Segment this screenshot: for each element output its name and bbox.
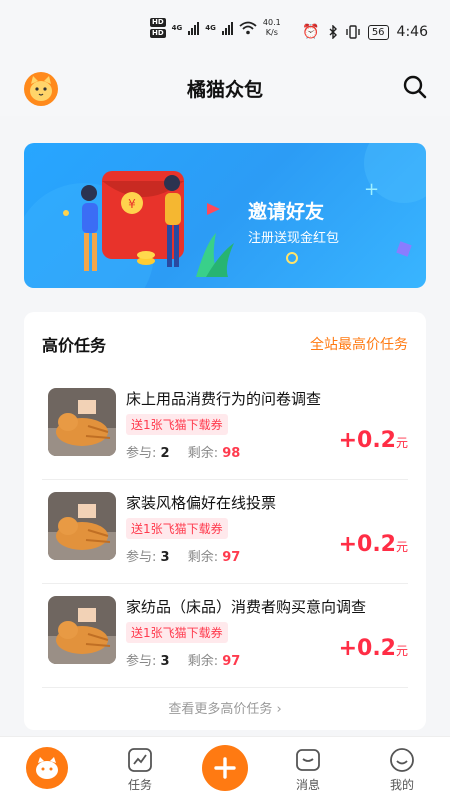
status-right: ⏰ 56 4:46 [302, 24, 428, 40]
task-reward: +0.2元 [339, 532, 408, 557]
participants-label: 参与: [126, 654, 157, 669]
participants-count: 3 [160, 550, 170, 565]
task-title: 家纺品（床品）消费者购买意向调查 [126, 598, 367, 616]
hd-indicators: HD HD [150, 18, 166, 38]
all-high-price-link[interactable]: 全站最高价任务 [310, 334, 408, 354]
task-thumbnail [48, 596, 116, 664]
task-thumbnail [48, 492, 116, 560]
task-stats: 参与: 2 剩余: 98 [126, 442, 240, 461]
invite-banner[interactable]: ¥ + 邀请好友 注册送现金红包 [24, 143, 426, 288]
remaining-label: 剩余: [187, 446, 219, 461]
search-button[interactable] [402, 74, 428, 100]
task-item[interactable]: 家纺品（床品）消费者购买意向调查 送1张飞猫下载券 参与: 3 剩余: 97 +… [42, 584, 408, 688]
task-stats: 参与: 3 剩余: 97 [126, 546, 240, 565]
banner-title: 邀请好友 [248, 201, 325, 223]
sparkle-icon: + [364, 179, 379, 200]
message-icon [296, 749, 320, 771]
remaining-label: 剩余: [187, 550, 219, 565]
net-speed-unit: K/s [265, 28, 278, 37]
participants-count: 2 [160, 446, 170, 461]
alarm-icon: ⏰ [302, 24, 320, 40]
signal-icon-2 [221, 21, 233, 35]
bottom-nav: 任务 消息 我的 [0, 736, 450, 800]
reward-unit: 元 [395, 540, 408, 554]
banner-illustration: ¥ + [24, 143, 426, 288]
reward-amount: +0.2 [338, 428, 396, 453]
net-speed: 40.1 K/s [263, 18, 281, 38]
network-type-1: 4G [171, 24, 183, 32]
remaining-count: 97 [222, 550, 241, 565]
reward-amount: +0.2 [338, 636, 396, 661]
coupon-badge: 送1张飞猫下载券 [126, 414, 228, 435]
section-title: 高价任务 [42, 336, 107, 355]
wifi-icon [239, 21, 257, 35]
banner-subtitle: 注册送现金红包 [248, 231, 340, 246]
reward-unit: 元 [395, 436, 408, 450]
hd-badge-2: HD [150, 29, 166, 38]
chevron-right-icon: › [276, 702, 282, 717]
cat-photo [48, 492, 116, 560]
status-left: HD HD 4G 4G 40.1 K/s [150, 18, 281, 38]
bluetooth-icon [329, 25, 337, 39]
nav-messages-label: 消息 [295, 778, 320, 792]
task-item[interactable]: 床上用品消费行为的问卷调查 送1张飞猫下载券 参与: 2 剩余: 98 +0.2… [42, 376, 408, 480]
nav-messages[interactable]: 消息 [268, 737, 348, 800]
vibrate-icon [346, 25, 360, 39]
signal-icon-1 [188, 21, 200, 35]
page-title: 橘猫众包 [186, 79, 263, 101]
participants-label: 参与: [126, 550, 157, 565]
task-stats: 参与: 3 剩余: 97 [126, 650, 240, 669]
coin-icon: ¥ [128, 197, 136, 211]
participants-count: 3 [160, 654, 170, 669]
coupon-badge: 送1张飞猫下载券 [126, 622, 228, 643]
coupon-badge: 送1张飞猫下载券 [126, 518, 228, 539]
nav-mine-label: 我的 [389, 778, 414, 792]
status-bar: HD HD 4G 4G 40.1 K/s ⏰ 56 4:46 [0, 0, 450, 60]
task-reward: +0.2元 [339, 636, 408, 661]
task-item[interactable]: 家装风格偏好在线投票 送1张飞猫下载券 参与: 3 剩余: 97 +0.2元 [42, 480, 408, 584]
network-type-2: 4G [205, 24, 216, 32]
hd-badge-1: HD [150, 18, 166, 27]
view-more-label: 查看更多高价任务 [168, 702, 273, 717]
net-speed-value: 40.1 [262, 18, 281, 27]
nav-tasks[interactable]: 任务 [100, 737, 180, 800]
chart-icon [128, 748, 152, 772]
reward-amount: +0.2 [338, 532, 396, 557]
remaining-label: 剩余: [187, 654, 219, 669]
add-button[interactable] [202, 745, 248, 791]
remaining-count: 97 [222, 654, 241, 669]
task-title: 家装风格偏好在线投票 [126, 494, 277, 512]
battery-level: 56 [367, 24, 389, 40]
reward-unit: 元 [395, 644, 408, 658]
high-price-tasks-card: 高价任务 全站最高价任务 床上用品消费行为的问卷调查 送1张飞猫下载券 参与: … [24, 312, 426, 730]
participants-label: 参与: [126, 446, 157, 461]
nav-mine[interactable]: 我的 [362, 737, 442, 800]
nav-home-button[interactable] [26, 747, 68, 789]
view-more-tasks-link[interactable]: 查看更多高价任务 › [24, 698, 426, 717]
task-reward: +0.2元 [339, 428, 408, 453]
search-icon [403, 75, 427, 99]
cat-home-icon [36, 757, 58, 779]
task-thumbnail [48, 388, 116, 456]
cat-photo [48, 388, 116, 456]
smile-icon [390, 748, 414, 772]
app-header: 橘猫众包 [0, 60, 450, 116]
card-header: 高价任务 全站最高价任务 [42, 332, 408, 356]
remaining-count: 98 [222, 446, 241, 461]
task-title: 床上用品消费行为的问卷调查 [126, 390, 322, 408]
nav-tasks-label: 任务 [127, 778, 152, 792]
plus-icon [214, 757, 236, 779]
cat-photo [48, 596, 116, 664]
clock-time: 4:46 [396, 24, 428, 40]
